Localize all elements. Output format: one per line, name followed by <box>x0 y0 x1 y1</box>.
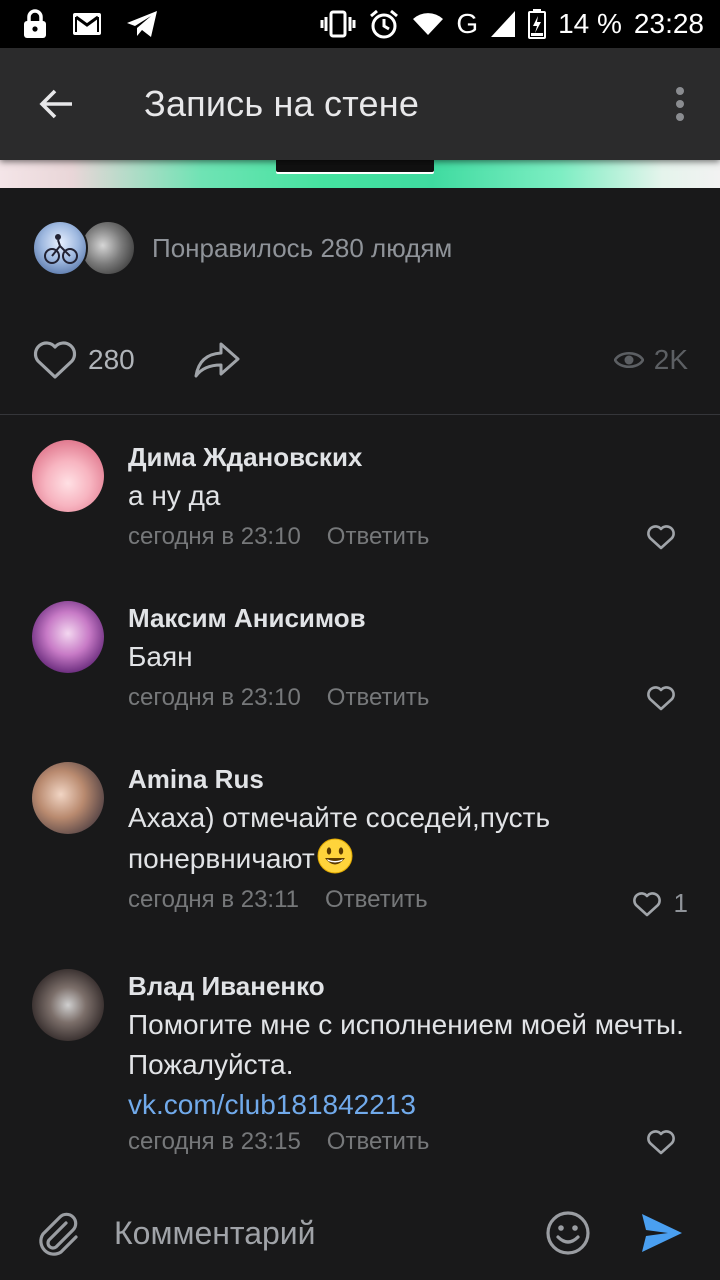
comment-item: Amina Rus Ахаха) отмечайте соседей,пусть… <box>0 762 720 932</box>
mail-icon <box>72 12 102 36</box>
heart-icon <box>647 1130 675 1155</box>
back-arrow-icon <box>39 89 72 119</box>
liker-avatar <box>32 220 88 276</box>
send-icon <box>642 1214 682 1252</box>
wifi-icon <box>412 11 444 37</box>
more-options-button[interactable] <box>640 48 720 160</box>
back-button[interactable] <box>0 48 112 160</box>
comment-author[interactable]: Amina Rus <box>128 762 688 796</box>
app-bar: Запись на стене <box>0 48 720 160</box>
comment-item: Дима Ждановских а ну да сегодня в 23:10 … <box>0 440 720 570</box>
lock-icon <box>22 9 48 39</box>
comment-time: сегодня в 23:10 <box>128 523 301 550</box>
like-button[interactable]: 280 <box>32 340 135 380</box>
telegram-icon <box>126 10 158 38</box>
comment-time: сегодня в 23:11 <box>128 886 300 913</box>
comment-time: сегодня в 23:10 <box>128 684 301 711</box>
attach-button[interactable] <box>30 1209 86 1257</box>
comment-author[interactable]: Максим Анисимов <box>128 601 688 635</box>
comment-text: а ну да <box>128 480 221 511</box>
comment-link[interactable]: vk.com/club181842213 <box>128 1085 688 1125</box>
avatar[interactable] <box>32 969 104 1041</box>
avatar[interactable] <box>32 601 104 673</box>
network-type: G <box>456 8 479 39</box>
comment-like-count: 1 <box>673 888 688 918</box>
liker-avatar <box>80 220 136 276</box>
reply-button[interactable]: Ответить <box>325 886 428 914</box>
battery-icon <box>528 9 547 39</box>
avatar[interactable] <box>32 762 104 834</box>
heart-icon <box>632 891 661 916</box>
comment-text: Помогите мне с исполнением моей мечты. П… <box>128 1009 684 1080</box>
heart-icon <box>647 525 675 550</box>
views-counter: 2K <box>613 344 688 376</box>
post-actions: 280 2K <box>0 330 720 390</box>
attach-icon <box>39 1212 78 1256</box>
comment-text: Баян <box>128 641 193 672</box>
vibrate-icon <box>320 10 356 38</box>
comment-like-button[interactable] <box>646 524 688 550</box>
comment-like-button[interactable]: 1 <box>632 888 688 919</box>
status-bar: G 14 % 23:28 <box>0 0 720 48</box>
emoji-icon <box>546 1211 590 1255</box>
comment-item: Влад Иваненко Помогите мне с исполнением… <box>0 969 720 1169</box>
reply-button[interactable]: Ответить <box>327 1128 430 1156</box>
divider <box>0 414 720 415</box>
share-icon <box>194 342 240 378</box>
post-image[interactable] <box>0 160 720 188</box>
comment-composer <box>0 1186 720 1280</box>
views-count: 2K <box>653 344 688 375</box>
clock: 23:28 <box>633 8 704 39</box>
heart-icon <box>33 341 77 379</box>
comment-author[interactable]: Влад Иваненко <box>128 969 688 1003</box>
signal-icon <box>490 10 516 38</box>
likes-summary: Понравилось 280 людям <box>152 232 453 263</box>
battery-percent: 14 % <box>558 8 622 39</box>
send-button[interactable] <box>634 1212 690 1254</box>
comment-item: Максим Анисимов Баян сегодня в 23:10 Отв… <box>0 601 720 731</box>
comment-time: сегодня в 23:15 <box>128 1128 301 1155</box>
likers-row[interactable]: Понравилось 280 людям <box>32 218 452 278</box>
page-title: Запись на стене <box>144 83 420 124</box>
share-button[interactable] <box>193 341 241 379</box>
like-count: 280 <box>88 344 135 375</box>
eye-icon <box>613 351 644 369</box>
comment-text-wrapper: Ахаха) отмечайте соседей,пусть понервнич… <box>128 798 688 879</box>
comment-like-button[interactable] <box>646 685 688 711</box>
smile-emoji-icon <box>317 838 353 874</box>
emoji-button[interactable] <box>540 1210 596 1256</box>
avatar[interactable] <box>32 440 104 512</box>
reply-button[interactable]: Ответить <box>327 684 430 712</box>
comment-input[interactable] <box>114 1214 540 1252</box>
more-vert-icon <box>676 87 684 121</box>
reply-button[interactable]: Ответить <box>327 523 430 551</box>
comment-like-button[interactable] <box>646 1129 688 1155</box>
heart-icon <box>647 686 675 711</box>
post-image-caption-fragment <box>276 160 434 172</box>
alarm-icon <box>368 8 400 40</box>
comment-author[interactable]: Дима Ждановских <box>128 440 688 474</box>
